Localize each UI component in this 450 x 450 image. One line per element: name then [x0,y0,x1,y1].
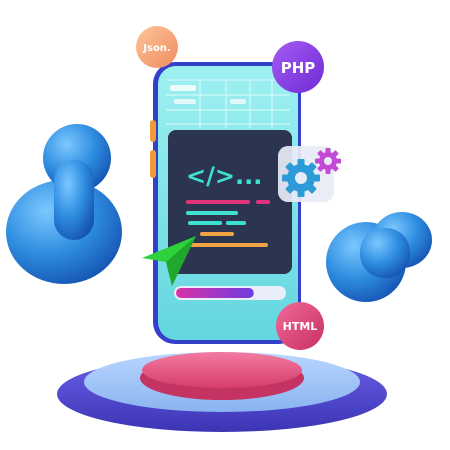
illustration-stage: </>... Json. PHP HTML [0,0,450,450]
progress-fill [176,288,254,298]
php-badge-label: PHP [281,59,316,77]
podium-platform [57,352,387,432]
gears-icon [278,146,341,202]
developer-illustration: </>... Json. PHP HTML [6,26,432,432]
code-symbol: </>... [186,162,262,190]
phone-device [150,62,301,344]
right-blob-shape [326,212,432,302]
html-badge-label: HTML [283,320,318,333]
left-blob-shape [6,124,122,284]
json-badge-label: Json. [142,43,170,54]
